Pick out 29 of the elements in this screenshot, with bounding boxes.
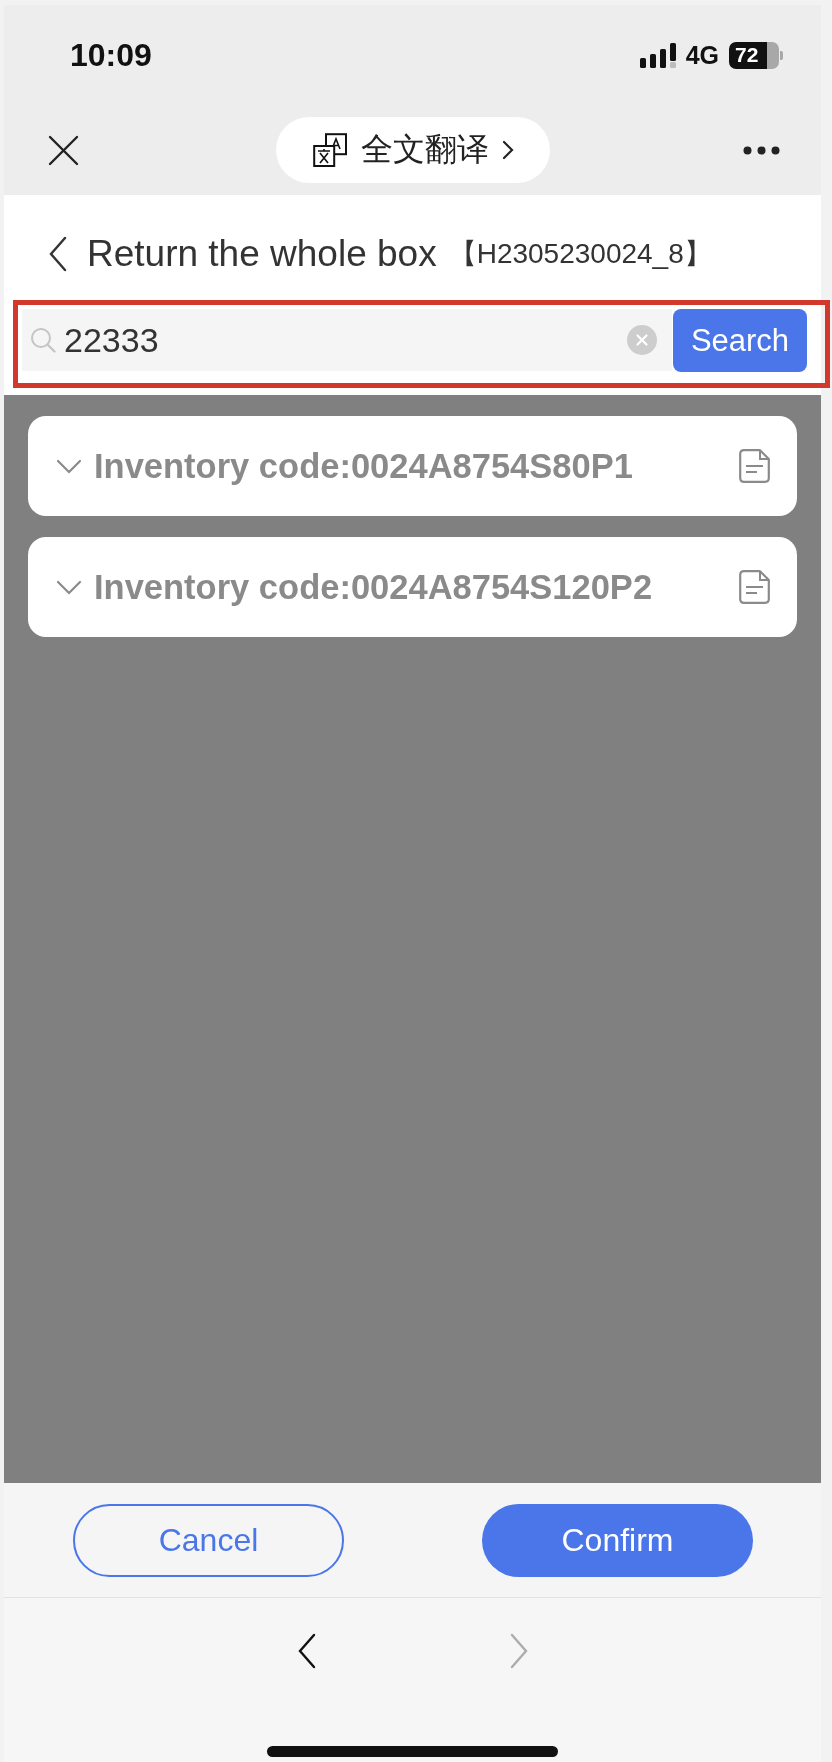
signal-icon [639, 42, 676, 68]
confirm-button[interactable]: Confirm [482, 1503, 753, 1577]
close-icon[interactable] [48, 134, 79, 166]
search-button[interactable]: Search [673, 309, 807, 372]
network-type: 4G [685, 40, 719, 70]
search-field[interactable]: 22333 [22, 309, 672, 371]
inventory-code: Inventory code:0024A8754S120P2 [94, 567, 653, 607]
chevron-right-icon [508, 1633, 529, 1669]
chevron-left-icon[interactable] [48, 235, 68, 272]
chevron-down-icon [56, 579, 82, 595]
inventory-card[interactable]: Inventory code:0024A8754S120P2 [28, 537, 797, 637]
document-icon[interactable] [739, 570, 770, 604]
page-title: Return the whole box [87, 232, 437, 275]
back-button[interactable] [296, 1633, 317, 1669]
inventory-card[interactable]: Inventory code:0024A8754S80P1 [28, 416, 797, 516]
battery-indicator: 72 [729, 41, 783, 69]
search-icon [30, 327, 56, 353]
chevron-down-icon [56, 458, 82, 474]
translate-button[interactable]: 全文翻译 [275, 117, 550, 183]
translate-icon [312, 132, 348, 168]
search-input[interactable]: 22333 [56, 315, 627, 365]
order-code: 【H2305230024_8】 [448, 236, 712, 271]
more-icon[interactable] [743, 145, 780, 155]
document-icon[interactable] [739, 449, 770, 483]
chevron-left-icon [296, 1633, 317, 1669]
chevron-right-icon [501, 140, 514, 160]
inventory-code: Inventory code:0024A8754S80P1 [94, 446, 633, 486]
cancel-button[interactable]: Cancel [73, 1503, 344, 1577]
status-time: 10:09 [70, 36, 152, 74]
